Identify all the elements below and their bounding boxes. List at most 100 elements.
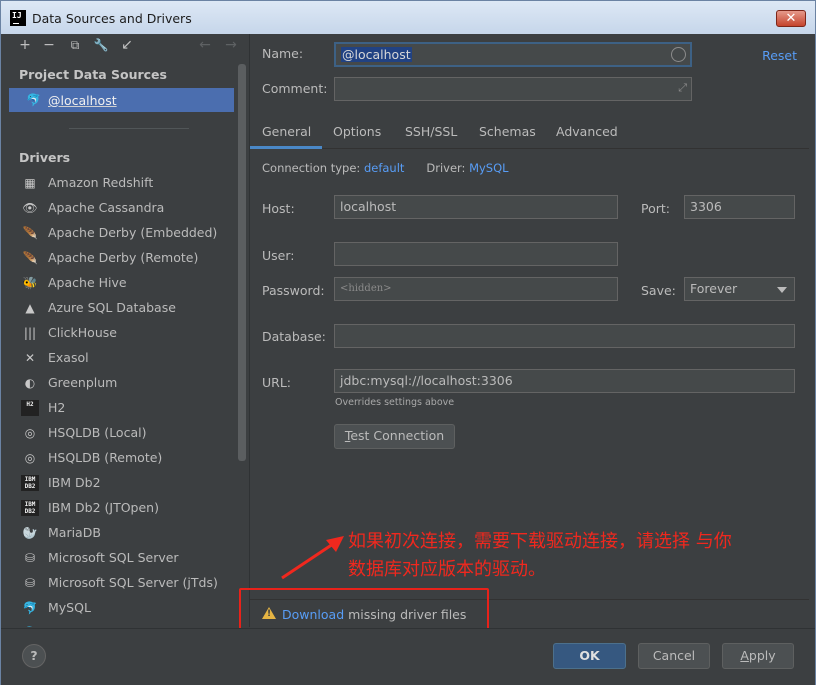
user-label: User: <box>262 248 295 263</box>
user-input[interactable] <box>334 242 618 266</box>
drivers-header: Drivers <box>19 150 71 165</box>
driver-item[interactable]: ▦ Amazon Redshift <box>9 171 239 196</box>
tab-schemas[interactable]: Schemas <box>479 124 536 139</box>
tab-options[interactable]: Options <box>333 124 381 139</box>
name-input[interactable]: @localhost <box>334 42 692 67</box>
driver-item[interactable]: IBM DB2 IBM Db2 <box>9 471 239 496</box>
driver-item[interactable]: 🐬 MySQL for 5.1 <box>9 621 239 627</box>
annotation-note: 如果初次连接，需要下载驱动连接，请选择 与你 数据库对应版本的驱动。 <box>348 528 810 584</box>
comment-input[interactable]: ⤢ <box>334 77 692 101</box>
save-dropdown[interactable]: Forever <box>684 277 795 301</box>
driver-item[interactable]: ||| ClickHouse <box>9 321 239 346</box>
comment-label: Comment: <box>262 81 328 96</box>
mssql-icon: ⛁ <box>24 576 36 590</box>
settings-wrench-icon[interactable]: 🔧 <box>93 37 109 53</box>
password-label: Password: <box>262 283 325 298</box>
exasol-icon: ✕ <box>24 351 36 365</box>
driver-item[interactable]: ◎ HSQLDB (Remote) <box>9 446 239 471</box>
dialog-window: IJ Data Sources and Drivers ✕ + − ⧉ 🔧 ↙ … <box>0 0 816 685</box>
driver-label: Amazon Redshift <box>48 175 154 190</box>
connection-type-label: Connection type: <box>262 161 361 175</box>
driver-label: ClickHouse <box>48 325 117 340</box>
add-icon[interactable]: + <box>17 37 33 53</box>
project-data-sources-header: Project Data Sources <box>19 67 167 82</box>
driver-label: H2 <box>48 400 66 415</box>
ok-button[interactable]: OK <box>553 643 626 669</box>
help-button[interactable]: ? <box>22 644 46 668</box>
driver-label: Exasol <box>48 350 89 365</box>
window-title: Data Sources and Drivers <box>32 11 192 26</box>
tab-advanced[interactable]: Advanced <box>556 124 618 139</box>
hsqldb-icon: ◎ <box>24 451 36 465</box>
driver-item[interactable]: ◐ Greenplum <box>9 371 239 396</box>
duplicate-icon[interactable]: ⧉ <box>67 37 83 53</box>
driver-link[interactable]: MySQL <box>469 161 509 175</box>
driver-item[interactable]: IBM DB2 IBM Db2 (JTOpen) <box>9 496 239 521</box>
ibm-db2-icon: IBM DB2 <box>21 500 39 516</box>
driver-item[interactable]: 🦭 MariaDB <box>9 521 239 546</box>
driver-item[interactable]: ▲ Azure SQL Database <box>9 296 239 321</box>
test-connection-button[interactable]: Test Connection <box>334 424 455 449</box>
left-pane: + − ⧉ 🔧 ↙ ← → Project Data Sources 🐬 @lo… <box>9 34 248 627</box>
url-input[interactable]: jdbc:mysql://localhost:3306 <box>334 369 795 393</box>
hsqldb-icon: ◎ <box>24 426 36 440</box>
driver-item[interactable]: 🐝 Apache Hive <box>9 271 239 296</box>
driver-item[interactable]: ⛁ Microsoft SQL Server (jTds) <box>9 571 239 596</box>
remove-icon[interactable]: − <box>41 37 57 53</box>
driver-label: HSQLDB (Local) <box>48 425 147 440</box>
apply-button[interactable]: Apply <box>722 643 794 669</box>
password-input[interactable]: <hidden> <box>334 277 618 301</box>
driver-label: Greenplum <box>48 375 118 390</box>
title-bar: IJ Data Sources and Drivers ✕ <box>1 1 815 34</box>
driver-item[interactable]: 👁 Apache Cassandra <box>9 196 239 221</box>
driver-item[interactable]: ◎ HSQLDB (Local) <box>9 421 239 446</box>
greenplum-icon: ◐ <box>24 376 36 390</box>
h2-icon: H2 <box>21 400 39 416</box>
driver-label: MySQL <box>48 600 91 615</box>
port-label: Port: <box>641 201 670 216</box>
reset-link[interactable]: Reset <box>762 48 797 63</box>
mysql-icon: 🐬 <box>26 93 41 107</box>
name-value: @localhost <box>341 47 412 62</box>
driver-item[interactable]: ⛁ Microsoft SQL Server <box>9 546 239 571</box>
left-scrollbar[interactable] <box>238 64 246 461</box>
cancel-button[interactable]: Cancel <box>638 643 710 669</box>
driver-label: Driver: <box>426 161 466 175</box>
right-pane: Name: @localhost Reset Comment: ⤢ Genera… <box>249 34 809 627</box>
navigate-icon[interactable]: ↙ <box>119 37 135 53</box>
intellij-app-icon: IJ <box>10 10 26 26</box>
cassandra-icon: 👁 <box>22 201 38 215</box>
driver-label: MySQL for 5.1 <box>48 625 136 627</box>
back-arrow-icon[interactable]: ← <box>197 37 213 53</box>
host-label: Host: <box>262 201 295 216</box>
connection-info: Connection type: default Driver: MySQL <box>262 161 509 175</box>
driver-label: Apache Derby (Embedded) <box>48 225 218 240</box>
driver-item[interactable]: ✕ Exasol <box>9 346 239 371</box>
driver-item[interactable]: 🪶 Apache Derby (Remote) <box>9 246 239 271</box>
annotation-line-2: 数据库对应版本的驱动。 <box>348 559 546 580</box>
left-toolbar: + − ⧉ 🔧 ↙ ← → <box>9 34 248 58</box>
connection-type-link[interactable]: default <box>364 161 404 175</box>
data-source-label: @localhost <box>48 93 117 108</box>
database-input[interactable] <box>334 324 795 348</box>
close-button[interactable]: ✕ <box>776 10 806 27</box>
color-circle-icon[interactable] <box>671 47 686 62</box>
data-source-item[interactable]: 🐬 @localhost <box>9 88 234 112</box>
mariadb-icon: 🦭 <box>22 526 38 540</box>
name-label: Name: <box>262 46 304 61</box>
driver-item[interactable]: 🐬 MySQL <box>9 596 239 621</box>
save-label: Save: <box>641 283 676 298</box>
driver-label: Apache Derby (Remote) <box>48 250 199 265</box>
tab-ssh-ssl[interactable]: SSH/SSL <box>405 124 457 139</box>
driver-list: ▦ Amazon Redshift 👁 Apache Cassandra 🪶 Apache… <box>9 171 239 627</box>
chevron-down-icon <box>777 287 787 293</box>
port-input[interactable]: 3306 <box>684 195 795 219</box>
forward-arrow-icon[interactable]: → <box>223 37 239 53</box>
driver-item[interactable]: H2 H2 <box>9 396 239 421</box>
driver-label: Microsoft SQL Server (jTds) <box>48 575 218 590</box>
divider <box>69 128 189 129</box>
host-input[interactable]: localhost <box>334 195 618 219</box>
expand-icon[interactable]: ⤢ <box>678 81 687 95</box>
tab-general[interactable]: General <box>262 124 311 139</box>
driver-item[interactable]: 🪶 Apache Derby (Embedded) <box>9 221 239 246</box>
